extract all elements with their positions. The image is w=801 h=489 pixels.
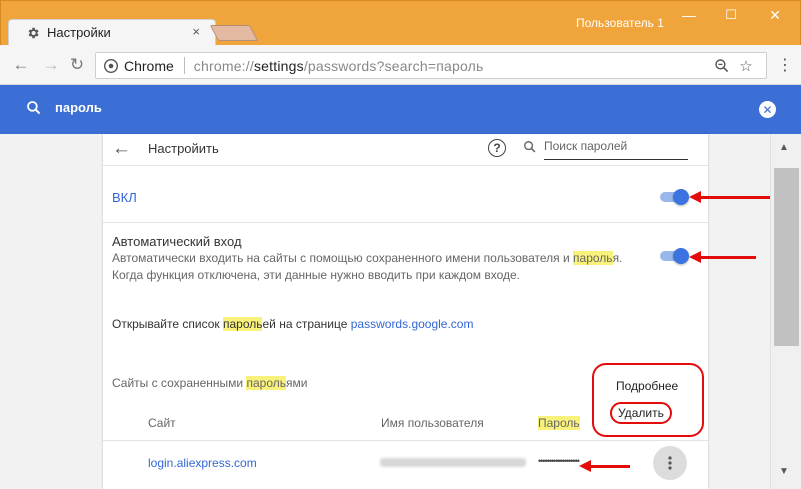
toolbar: ← → ↻ Chrome chrome://settings/passwords… (0, 45, 801, 85)
address-bar[interactable]: Chrome chrome://settings/passwords?searc… (95, 52, 767, 79)
help-icon[interactable]: ? (488, 139, 506, 157)
forward-arrow-icon[interactable]: → (41, 55, 61, 75)
maximize-icon[interactable]: ☐ (720, 6, 742, 24)
scroll-down-icon[interactable]: ▼ (779, 466, 789, 477)
url-scheme: chrome:// (193, 57, 254, 74)
clear-search-icon[interactable]: ✕ (759, 101, 776, 118)
annotation-arrow (689, 251, 756, 263)
scroll-up-icon[interactable]: ▲ (779, 142, 789, 153)
scroll-thumb[interactable] (774, 168, 799, 346)
row-divider (103, 222, 708, 223)
menu-dots-icon[interactable]: ⋮ (775, 55, 795, 75)
auto-signin-toggle[interactable] (660, 248, 689, 264)
annotation-arrow (579, 460, 630, 472)
window-close-icon[interactable]: ✕ (764, 6, 786, 24)
settings-search-bar: пароль ✕ (0, 85, 801, 134)
google-passwords-text: Открывайте список парольей на странице p… (112, 317, 474, 331)
table-divider (103, 440, 708, 441)
tab-close-icon[interactable]: × (192, 24, 200, 39)
scrollbar[interactable]: ▲ ▼ (770, 134, 801, 489)
google-passwords-link[interactable]: passwords.google.com (351, 317, 474, 331)
column-password: Пароль (538, 416, 580, 430)
enabled-label: ВКЛ (112, 190, 137, 205)
search-icon (26, 100, 42, 121)
password-search-icon (523, 140, 537, 159)
url-path: /passwords?search=пароль (303, 57, 484, 74)
tab-settings[interactable]: Настройки × (14, 19, 210, 46)
username-blurred (380, 458, 526, 467)
password-masked: ••••••••••••••••••• (538, 456, 580, 466)
annotation-circle (610, 402, 672, 424)
settings-search-input[interactable]: пароль (55, 100, 102, 115)
page-title: Настройить (148, 141, 219, 156)
annotation-circle (592, 363, 704, 437)
reload-icon[interactable]: ↻ (67, 55, 87, 75)
auto-signin-note: Когда функция отключена, эти данные нужн… (112, 268, 520, 282)
gear-icon (26, 26, 40, 40)
password-saving-toggle[interactable] (660, 189, 689, 205)
column-site: Сайт (148, 416, 176, 430)
url-host: settings (253, 57, 304, 74)
auto-signin-description: Автоматически входить на сайты с помощью… (112, 251, 623, 265)
annotation-arrow (689, 191, 770, 203)
back-arrow-icon[interactable]: ← (112, 138, 131, 160)
zoom-icon[interactable] (713, 57, 731, 75)
bookmark-star-icon[interactable]: ☆ (737, 57, 755, 75)
chrome-chip[interactable]: Chrome (104, 58, 174, 74)
header-divider (103, 165, 708, 166)
url-text: chrome://settings/passwords?search=парол… (194, 58, 484, 74)
chrome-chip-label: Chrome (124, 57, 174, 74)
saved-passwords-heading: Сайты с сохраненными парольями (112, 376, 308, 390)
minimize-icon[interactable]: — (678, 6, 700, 24)
address-separator (183, 57, 185, 74)
auto-signin-title: Автоматический вход (112, 234, 242, 249)
search-underline (544, 159, 688, 160)
back-arrow-icon[interactable]: ← (11, 55, 31, 75)
new-tab-button[interactable] (209, 25, 259, 41)
profile-name[interactable]: Пользователь 1 (576, 16, 664, 30)
password-search-input[interactable]: Поиск паролей (544, 139, 627, 153)
chrome-logo-icon (104, 58, 118, 73)
tab-title: Настройки (47, 25, 111, 40)
more-actions-icon[interactable] (653, 446, 687, 480)
column-username: Имя пользователя (381, 416, 484, 430)
site-url[interactable]: login.aliexpress.com (148, 456, 257, 470)
